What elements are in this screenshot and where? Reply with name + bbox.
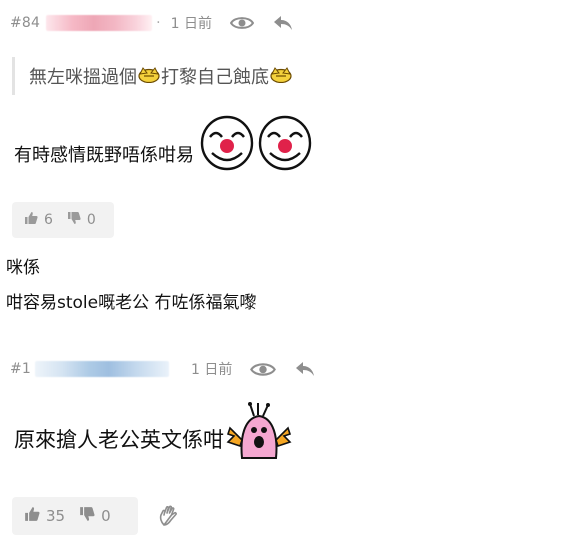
post-content-text: 有時感情既野唔係咁易 (14, 145, 194, 166)
thumbs-up-icon (24, 506, 40, 526)
thumbs-up-icon (24, 211, 38, 229)
downvote-count: 0 (86, 212, 96, 228)
upvote-button[interactable]: 35 (24, 506, 65, 526)
username-blurred[interactable] (35, 361, 170, 377)
thumbs-down-icon (67, 211, 81, 229)
post-content-text: 原來搶人老公英文係咁 (14, 428, 224, 452)
post-content: 有時感情既野唔係咁易 (14, 112, 312, 178)
upvote-count: 6 (44, 212, 53, 228)
thumbs-down-icon (79, 506, 95, 526)
waving-hand-button[interactable] (158, 505, 180, 531)
vote-bar: 35 0 (12, 497, 138, 535)
downvote-button[interactable]: 0 (79, 506, 111, 526)
comment-line: 咁容易stole嘅老公 冇咗係福氣嚟 (6, 293, 257, 313)
downvote-count: 0 (101, 507, 111, 525)
pink-cartoon-sticker-icon (226, 401, 292, 467)
eye-icon[interactable] (250, 361, 277, 378)
upvote-count: 35 (46, 507, 66, 525)
upvote-button[interactable]: 6 (24, 211, 53, 229)
post-timestamp: 1 日前 (191, 362, 233, 378)
quote-text-part1: 無左咪搵過個 (29, 67, 137, 88)
post-content: 原來搶人老公英文係咁 (14, 401, 292, 467)
separator-dot: · (156, 15, 161, 31)
post-header: #1 1 日前 (10, 357, 550, 381)
downvote-button[interactable]: 0 (67, 211, 96, 229)
post-header: #84 · 1 日前 (10, 11, 550, 35)
hiding-face-emoji-icon (138, 65, 160, 88)
quoted-reply: 無左咪搵過個 打黎自己蝕底 (12, 57, 293, 95)
reply-icon[interactable] (272, 14, 294, 32)
post-timestamp: 1 日前 (170, 16, 212, 32)
quote-text-part2: 打黎自己蝕底 (161, 67, 269, 88)
username-blurred[interactable] (46, 15, 153, 31)
hiding-face-emoji-icon (270, 65, 292, 88)
waving-hand-icon (158, 505, 180, 531)
vote-bar: 6 0 (12, 202, 114, 238)
clown-face-emoji-icon (258, 115, 312, 176)
comment-line: 咪係 (6, 258, 40, 278)
post-number: #84 (10, 15, 41, 31)
reply-icon[interactable] (294, 360, 316, 378)
clown-face-emoji-icon (200, 115, 254, 176)
eye-icon[interactable] (229, 15, 254, 31)
post-number: #1 (10, 361, 32, 377)
